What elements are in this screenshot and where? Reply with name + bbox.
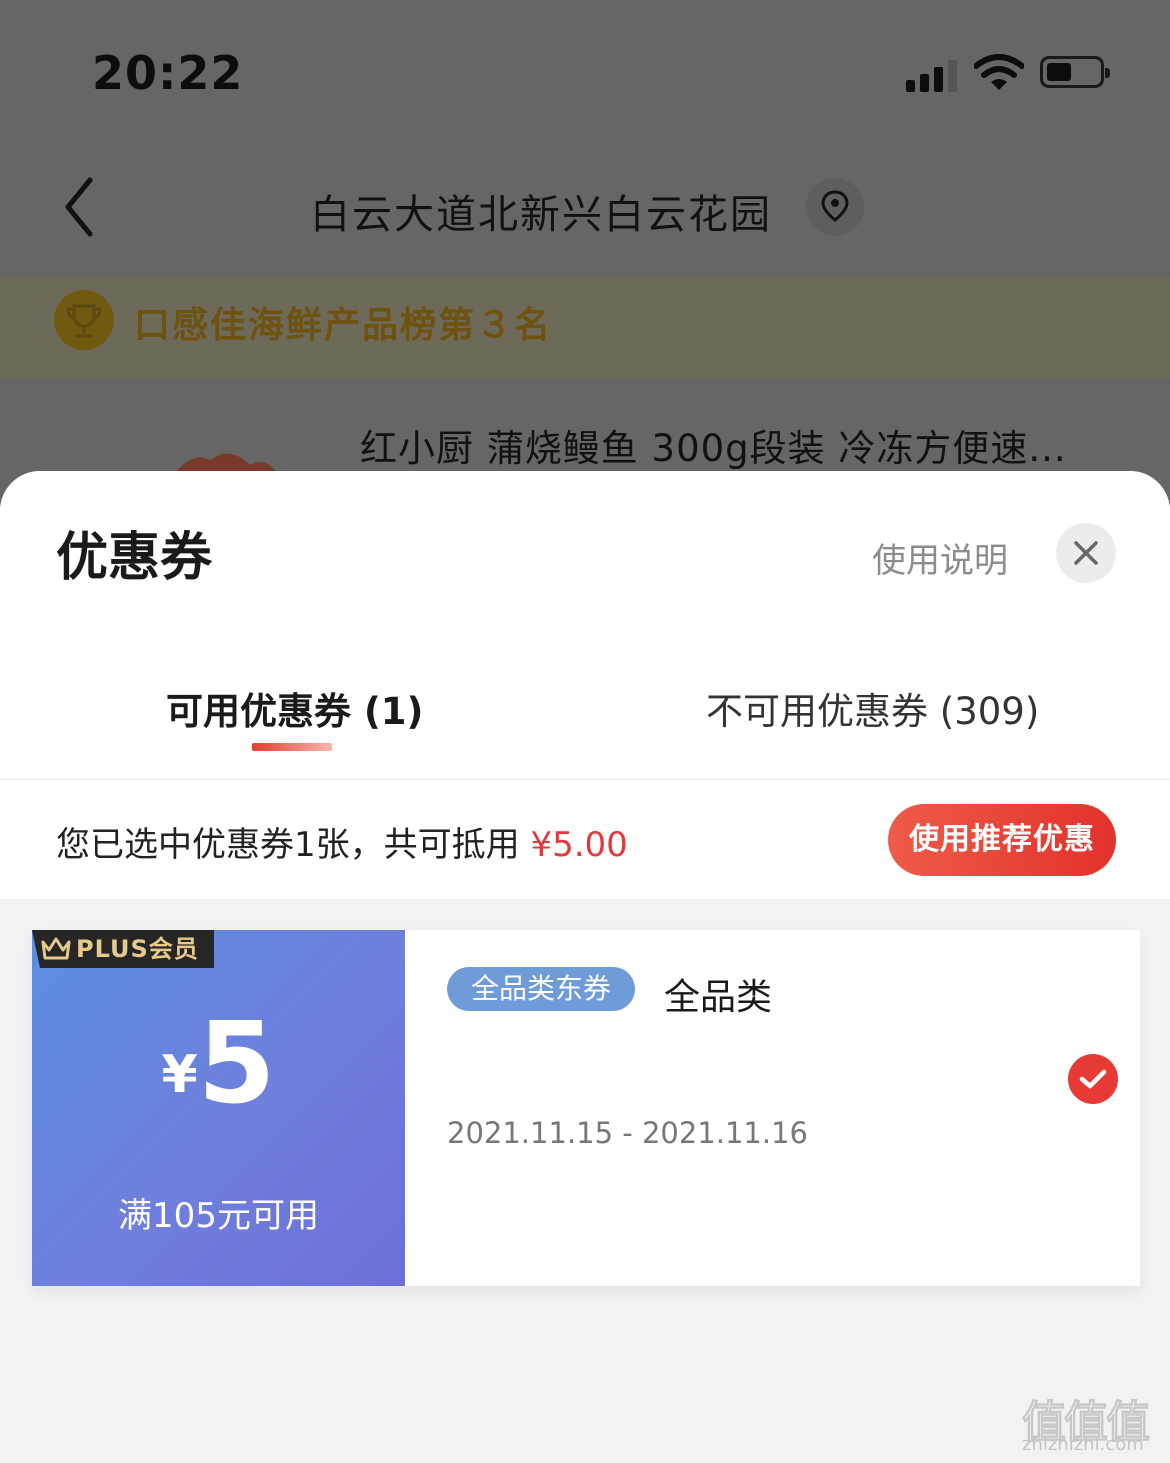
rank-text: 口感佳海鲜产品榜第３名 [134,305,553,346]
crown-icon [41,937,71,960]
summary-amount: ¥5.00 [530,825,628,865]
coupon-validity: 2021.11.15 - 2021.11.16 [447,1116,808,1150]
watermark-url: zhizhizhi.com [1022,1434,1144,1455]
selected-checkbox[interactable] [1068,1054,1118,1104]
currency-symbol: ¥ [161,1045,198,1105]
coupon-value-panel: PLUS会员 ¥5 满105元可用 [32,930,405,1286]
category-badge: 全品类东券 [447,967,636,1011]
plus-badge-label: PLUS会员 [76,935,199,963]
coupon-category: 全品类 [664,977,773,1018]
status-time: 20:22 [92,46,244,100]
summary-text: 您已选中优惠券1张，共可抵用 [56,825,531,865]
checkmark-icon [1079,1069,1107,1089]
selection-summary: 您已选中优惠券1张，共可抵用 ¥5.00 [56,817,628,866]
coupon-value: 5 [197,999,276,1129]
coupon-card[interactable]: PLUS会员 ¥5 满105元可用 全品类东券 全品类 2021.11.15 -… [32,930,1140,1286]
tab-unavailable-coupons[interactable]: 不可用优惠券 (309) [706,681,1039,735]
divider [0,779,1170,780]
plus-member-badge: PLUS会员 [32,930,214,968]
cellular-signal-icon [906,58,962,92]
close-icon [1074,541,1098,565]
trophy-icon [54,290,114,350]
tab-available-coupons[interactable]: 可用优惠券 (1) [166,681,423,735]
coupon-amount: ¥5 [32,1008,405,1120]
location-pin-icon[interactable] [806,178,864,236]
coupon-sheet: 优惠券 使用说明 可用优惠券 (1) 不可用优惠券 (309) 您已选中优惠券1… [0,471,1170,1463]
active-tab-indicator [252,743,332,751]
use-recommended-button[interactable]: 使用推荐优惠 [888,804,1116,876]
usage-instructions-link[interactable]: 使用说明 [872,533,1008,582]
sheet-title: 优惠券 [56,528,213,588]
back-arrow-icon[interactable] [62,176,98,238]
delivery-address[interactable]: 白云大道北新兴白云花园 [310,182,772,240]
coupon-threshold: 满105元可用 [118,1196,319,1236]
wifi-icon [974,54,1024,90]
close-button[interactable] [1056,523,1116,583]
battery-icon [1040,56,1110,88]
product-title[interactable]: 红小厨 蒲烧鳗鱼 300g段装 冷冻方便速... [360,418,1067,472]
